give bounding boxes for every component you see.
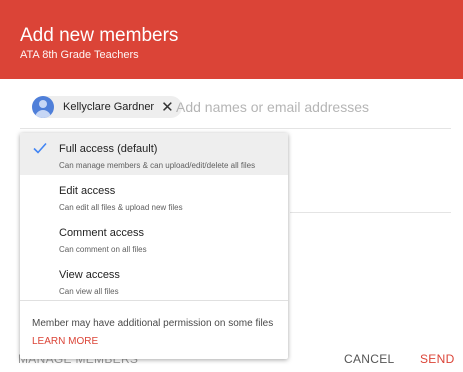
dialog-title: Add new members xyxy=(20,25,179,46)
menu-item-label: Full access (default) xyxy=(59,143,158,155)
recipients-input[interactable] xyxy=(176,96,446,118)
permission-note: Member may have additional permission on… xyxy=(32,318,274,329)
menu-item-label: Edit access xyxy=(59,185,116,197)
menu-item-label: Comment access xyxy=(59,227,144,239)
dialog-header: Add new members ATA 8th Grade Teachers xyxy=(0,0,463,79)
input-underline xyxy=(20,128,451,129)
menu-item-label: View access xyxy=(59,269,120,281)
cancel-button[interactable]: CANCEL xyxy=(344,352,394,366)
menu-item-description: Can comment on all files xyxy=(59,245,147,254)
checkmark-icon xyxy=(33,142,47,154)
menu-divider xyxy=(20,300,288,301)
access-level-menu: Full access (default) Can manage members… xyxy=(20,133,288,359)
field-underline xyxy=(290,212,451,213)
menu-item-description: Can edit all files & upload new files xyxy=(59,203,183,212)
close-icon[interactable]: ✕ xyxy=(161,100,174,115)
learn-more-link[interactable]: LEARN MORE xyxy=(32,336,98,347)
dialog-subtitle: ATA 8th Grade Teachers xyxy=(20,49,139,61)
menu-item-full-access[interactable]: Full access (default) Can manage members… xyxy=(20,133,288,175)
send-button[interactable]: SEND xyxy=(420,352,455,366)
recipient-chip-name: Kellyclare Gardner xyxy=(63,101,155,113)
recipient-chip[interactable]: Kellyclare Gardner ✕ xyxy=(32,96,182,118)
menu-item-description: Can view all files xyxy=(59,287,119,296)
avatar-icon xyxy=(32,96,54,118)
menu-item-edit-access[interactable]: Edit access Can edit all files & upload … xyxy=(20,175,288,217)
menu-item-view-access[interactable]: View access Can view all files xyxy=(20,259,288,301)
menu-item-description: Can manage members & can upload/edit/del… xyxy=(59,161,256,170)
menu-item-comment-access[interactable]: Comment access Can comment on all files xyxy=(20,217,288,259)
